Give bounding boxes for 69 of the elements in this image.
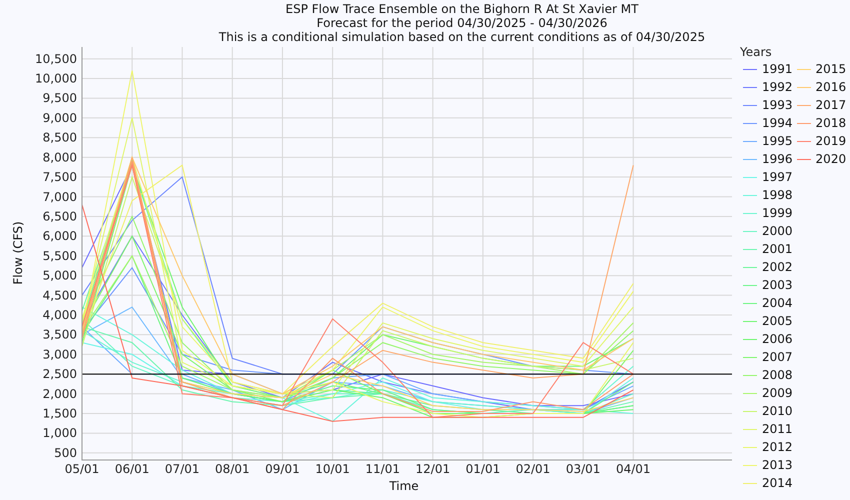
chart-title: ESP Flow Trace Ensemble on the Bighorn R At St Xavier MT — [286, 2, 638, 16]
y-tick-label: 10,000 — [35, 72, 77, 86]
y-tick-label: 6,500 — [42, 209, 77, 224]
x-tick-label: 08/01 — [215, 462, 250, 476]
legend-label: 2015 — [816, 62, 846, 76]
y-tick-label: 10,500 — [35, 52, 77, 66]
legend-label: 2004 — [762, 296, 793, 310]
legend-label: 2009 — [762, 386, 793, 400]
y-tick-label: 7,500 — [42, 170, 77, 184]
y-tick-label: 5,000 — [42, 268, 77, 283]
legend-label: 2012 — [762, 440, 793, 454]
y-tick-label: 8,000 — [42, 150, 77, 164]
y-tick-label: 9,000 — [42, 110, 77, 125]
legend-label: 2010 — [762, 404, 793, 418]
legend-label: 1992 — [762, 80, 793, 94]
legend-label: 2008 — [762, 368, 793, 382]
x-tick-label: 01/01 — [466, 462, 500, 476]
x-tick-label: 11/01 — [365, 462, 400, 476]
legend-label: 2011 — [762, 422, 793, 436]
y-tick-label: 3,000 — [42, 347, 77, 362]
x-tick-label: 06/01 — [114, 462, 150, 476]
legend-label: 2018 — [816, 116, 846, 130]
x-axis-title: Time — [389, 479, 419, 493]
y-tick-label: 1,500 — [42, 406, 77, 420]
legend-label: 1998 — [762, 188, 793, 202]
legend-label: 2005 — [762, 314, 793, 328]
x-tick-label: 05/01 — [64, 462, 100, 476]
y-tick-label: 9,500 — [42, 91, 77, 106]
y-tick-label: 7,000 — [42, 190, 77, 204]
legend-label: 1993 — [762, 98, 793, 112]
legend-label: 2014 — [762, 476, 793, 490]
chart-subtitle: Forecast for the period 04/30/2025 - 04/30/2026 — [316, 16, 608, 30]
legend-label: 2001 — [762, 242, 793, 256]
legend-label: 1995 — [762, 134, 793, 148]
chart-subtitle: This is a conditional simulation based on the current conditions as of 04/30/2025 — [218, 30, 706, 44]
legend-label: 2016 — [816, 80, 846, 94]
x-tick-label: 10/01 — [315, 462, 350, 476]
legend-label: 2013 — [762, 458, 793, 472]
legend-label: 2003 — [762, 278, 793, 292]
legend-label: 2000 — [762, 224, 793, 238]
legend-label: 1997 — [762, 170, 793, 184]
x-tick-label: 04/01 — [616, 462, 651, 476]
y-tick-label: 5,500 — [42, 248, 77, 263]
legend-label: 2006 — [762, 332, 793, 346]
y-tick-label: 500 — [54, 446, 77, 460]
legend-label: 1991 — [762, 62, 793, 76]
legend-label: 2019 — [816, 134, 846, 148]
x-tick-label: 07/01 — [164, 462, 200, 476]
legend-label: 1996 — [762, 152, 793, 166]
y-tick-label: 2,000 — [42, 386, 77, 401]
x-tick-label: 09/01 — [265, 462, 300, 476]
legend-label: 2007 — [762, 350, 793, 364]
legend-label: 1999 — [762, 206, 793, 220]
x-tick-label: 12/01 — [416, 462, 450, 476]
y-tick-label: 4,500 — [42, 288, 77, 302]
x-tick-label: 03/01 — [566, 462, 600, 476]
x-tick-label: 02/01 — [516, 462, 550, 476]
legend-label: 1994 — [762, 116, 793, 130]
y-tick-label: 3,500 — [42, 328, 77, 342]
y-axis-title: Flow (CFS) — [11, 221, 25, 285]
y-tick-label: 1,000 — [42, 426, 77, 440]
y-tick-label: 6,000 — [42, 229, 77, 244]
legend-label: 2020 — [816, 152, 846, 166]
legend-title: Years — [740, 44, 773, 60]
legend-label: 2002 — [762, 260, 793, 274]
y-tick-label: 8,500 — [42, 130, 77, 145]
y-tick-label: 4,000 — [42, 308, 77, 322]
y-tick-label: 2,500 — [42, 367, 77, 382]
legend-label: 2017 — [816, 98, 846, 112]
